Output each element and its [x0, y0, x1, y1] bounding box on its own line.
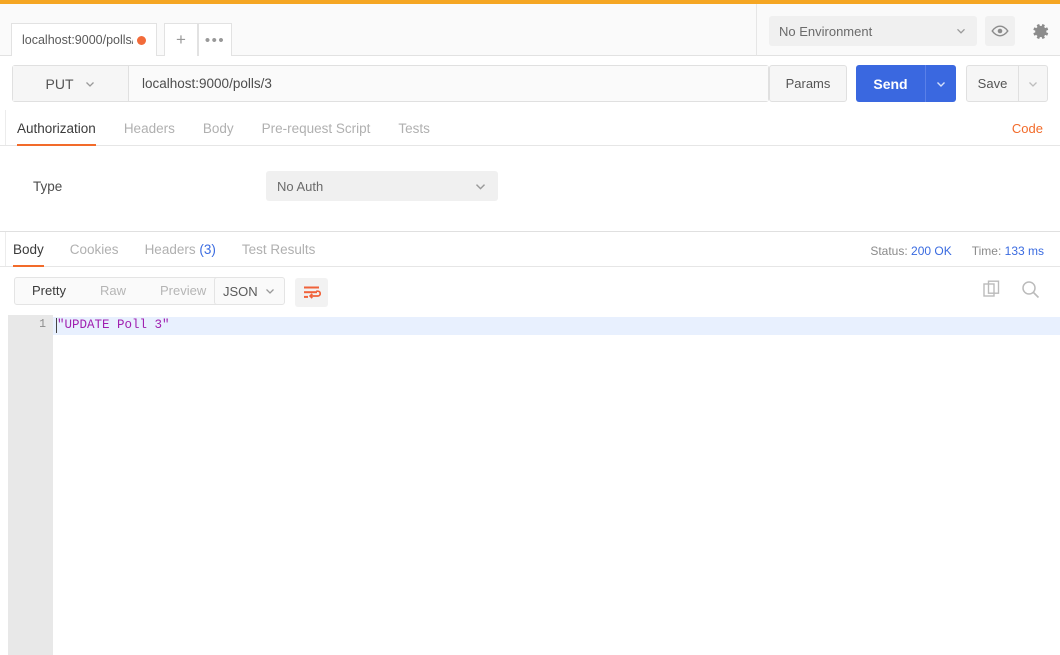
- response-format-value: JSON: [223, 284, 264, 299]
- settings-button[interactable]: [1025, 16, 1055, 46]
- response-toolbar: Pretty Raw Preview JSON: [0, 267, 1060, 315]
- response-actions: [983, 280, 1040, 299]
- new-tab-button[interactable]: +: [164, 23, 198, 56]
- status-value: 200 OK: [911, 244, 952, 258]
- environment-selected-label: No Environment: [779, 24, 955, 39]
- view-mode-preview[interactable]: Preview: [143, 278, 223, 304]
- send-options-button[interactable]: [925, 65, 956, 102]
- tab-headers[interactable]: Headers: [124, 121, 189, 145]
- time-group: Time: 133 ms: [972, 244, 1044, 258]
- response-body-line: "UPDATE Poll 3": [57, 318, 170, 332]
- request-tab[interactable]: localhost:9000/polls/3: [11, 23, 157, 56]
- status-label: Status:: [870, 244, 907, 258]
- chevron-down-icon: [955, 25, 967, 37]
- chevron-down-icon: [84, 78, 96, 90]
- line-number-gutter: 1: [8, 315, 53, 655]
- tab-authorization[interactable]: Authorization: [17, 121, 110, 145]
- tab-body-label: Body: [203, 121, 234, 136]
- http-method-label: PUT: [46, 76, 74, 92]
- view-mode-raw-label: Raw: [100, 283, 126, 298]
- response-body-viewer[interactable]: 1 "UPDATE Poll 3": [0, 315, 1060, 655]
- response-tab-test-results-label: Test Results: [242, 242, 316, 257]
- plus-icon: +: [176, 30, 186, 50]
- request-bar: PUT localhost:9000/polls/3 Params Send: [0, 56, 1060, 110]
- response-tab-cookies-label: Cookies: [70, 242, 119, 257]
- line-number: 1: [39, 318, 46, 331]
- tab-pre-request-script-label: Pre-request Script: [262, 121, 371, 136]
- auth-type-value: No Auth: [277, 179, 474, 194]
- more-tabs-button[interactable]: •••: [198, 23, 232, 56]
- chevron-down-icon: [474, 180, 487, 193]
- response-meta: Status: 200 OK Time: 133 ms: [870, 244, 1044, 258]
- search-icon[interactable]: [1021, 280, 1040, 299]
- word-wrap-icon: [303, 285, 321, 300]
- params-button[interactable]: Params: [769, 65, 847, 102]
- tab-tests[interactable]: Tests: [398, 121, 444, 145]
- copy-icon[interactable]: [983, 280, 1001, 299]
- chevron-down-icon: [935, 78, 947, 90]
- gear-icon: [1031, 22, 1050, 41]
- response-tab-headers-label: Headers: [145, 242, 196, 257]
- auth-type-label: Type: [33, 179, 62, 194]
- request-url-input[interactable]: localhost:9000/polls/3: [129, 66, 768, 101]
- code-link-label: Code: [1012, 121, 1043, 136]
- tab-tests-label: Tests: [398, 121, 430, 136]
- auth-type-selector[interactable]: No Auth: [266, 171, 498, 201]
- response-tab-test-results[interactable]: Test Results: [242, 242, 330, 266]
- tab-authorization-label: Authorization: [17, 121, 96, 136]
- time-value: 133 ms: [1005, 244, 1044, 258]
- send-label: Send: [873, 76, 907, 92]
- status-group: Status: 200 OK: [870, 244, 951, 258]
- unsaved-indicator-dot: [137, 36, 146, 45]
- response-tab-cookies[interactable]: Cookies: [70, 242, 133, 266]
- response-headers-count: (3): [199, 242, 216, 257]
- code-link[interactable]: Code: [1012, 121, 1043, 136]
- environment-quick-look-button[interactable]: [985, 16, 1015, 46]
- chevron-down-icon: [1027, 78, 1039, 90]
- send-button[interactable]: Send: [856, 65, 925, 102]
- tab-strip: localhost:9000/polls/3 + ••• No Environm…: [0, 4, 1060, 56]
- tab-body[interactable]: Body: [203, 121, 248, 145]
- view-mode-preview-label: Preview: [160, 283, 206, 298]
- time-label: Time:: [972, 244, 1002, 258]
- http-method-selector[interactable]: PUT: [13, 66, 129, 101]
- chevron-down-icon: [264, 285, 276, 297]
- request-tabs: Authorization Headers Body Pre-request S…: [0, 110, 1060, 146]
- response-tab-body[interactable]: Body: [13, 242, 58, 266]
- view-mode-pretty-label: Pretty: [32, 283, 66, 298]
- send-button-group[interactable]: Send: [856, 65, 956, 102]
- save-options-button[interactable]: [1018, 66, 1047, 101]
- save-button[interactable]: Save: [967, 66, 1018, 101]
- request-tab-label: localhost:9000/polls/3: [22, 33, 133, 47]
- response-format-selector[interactable]: JSON: [214, 277, 285, 305]
- tab-pre-request-script[interactable]: Pre-request Script: [262, 121, 385, 145]
- request-url-value: localhost:9000/polls/3: [142, 76, 272, 91]
- response-view-mode-group: Pretty Raw Preview: [14, 277, 224, 305]
- ellipsis-icon: •••: [205, 32, 225, 49]
- method-url-group: PUT localhost:9000/polls/3: [12, 65, 769, 102]
- save-button-group[interactable]: Save: [966, 65, 1048, 102]
- response-tab-headers[interactable]: Headers (3): [145, 242, 230, 266]
- authorization-panel: Type: [0, 146, 1060, 231]
- save-label: Save: [978, 76, 1008, 91]
- params-label: Params: [786, 76, 831, 91]
- active-line-highlight: [53, 317, 1060, 335]
- response-tab-body-label: Body: [13, 242, 44, 257]
- tab-headers-label: Headers: [124, 121, 175, 136]
- response-tabs: Body Cookies Headers (3) Test Results St…: [0, 232, 1060, 267]
- eye-icon: [991, 24, 1009, 38]
- view-mode-pretty[interactable]: Pretty: [15, 278, 83, 304]
- word-wrap-toggle[interactable]: [295, 278, 328, 307]
- environment-selector[interactable]: No Environment: [769, 16, 977, 46]
- view-mode-raw[interactable]: Raw: [83, 278, 143, 304]
